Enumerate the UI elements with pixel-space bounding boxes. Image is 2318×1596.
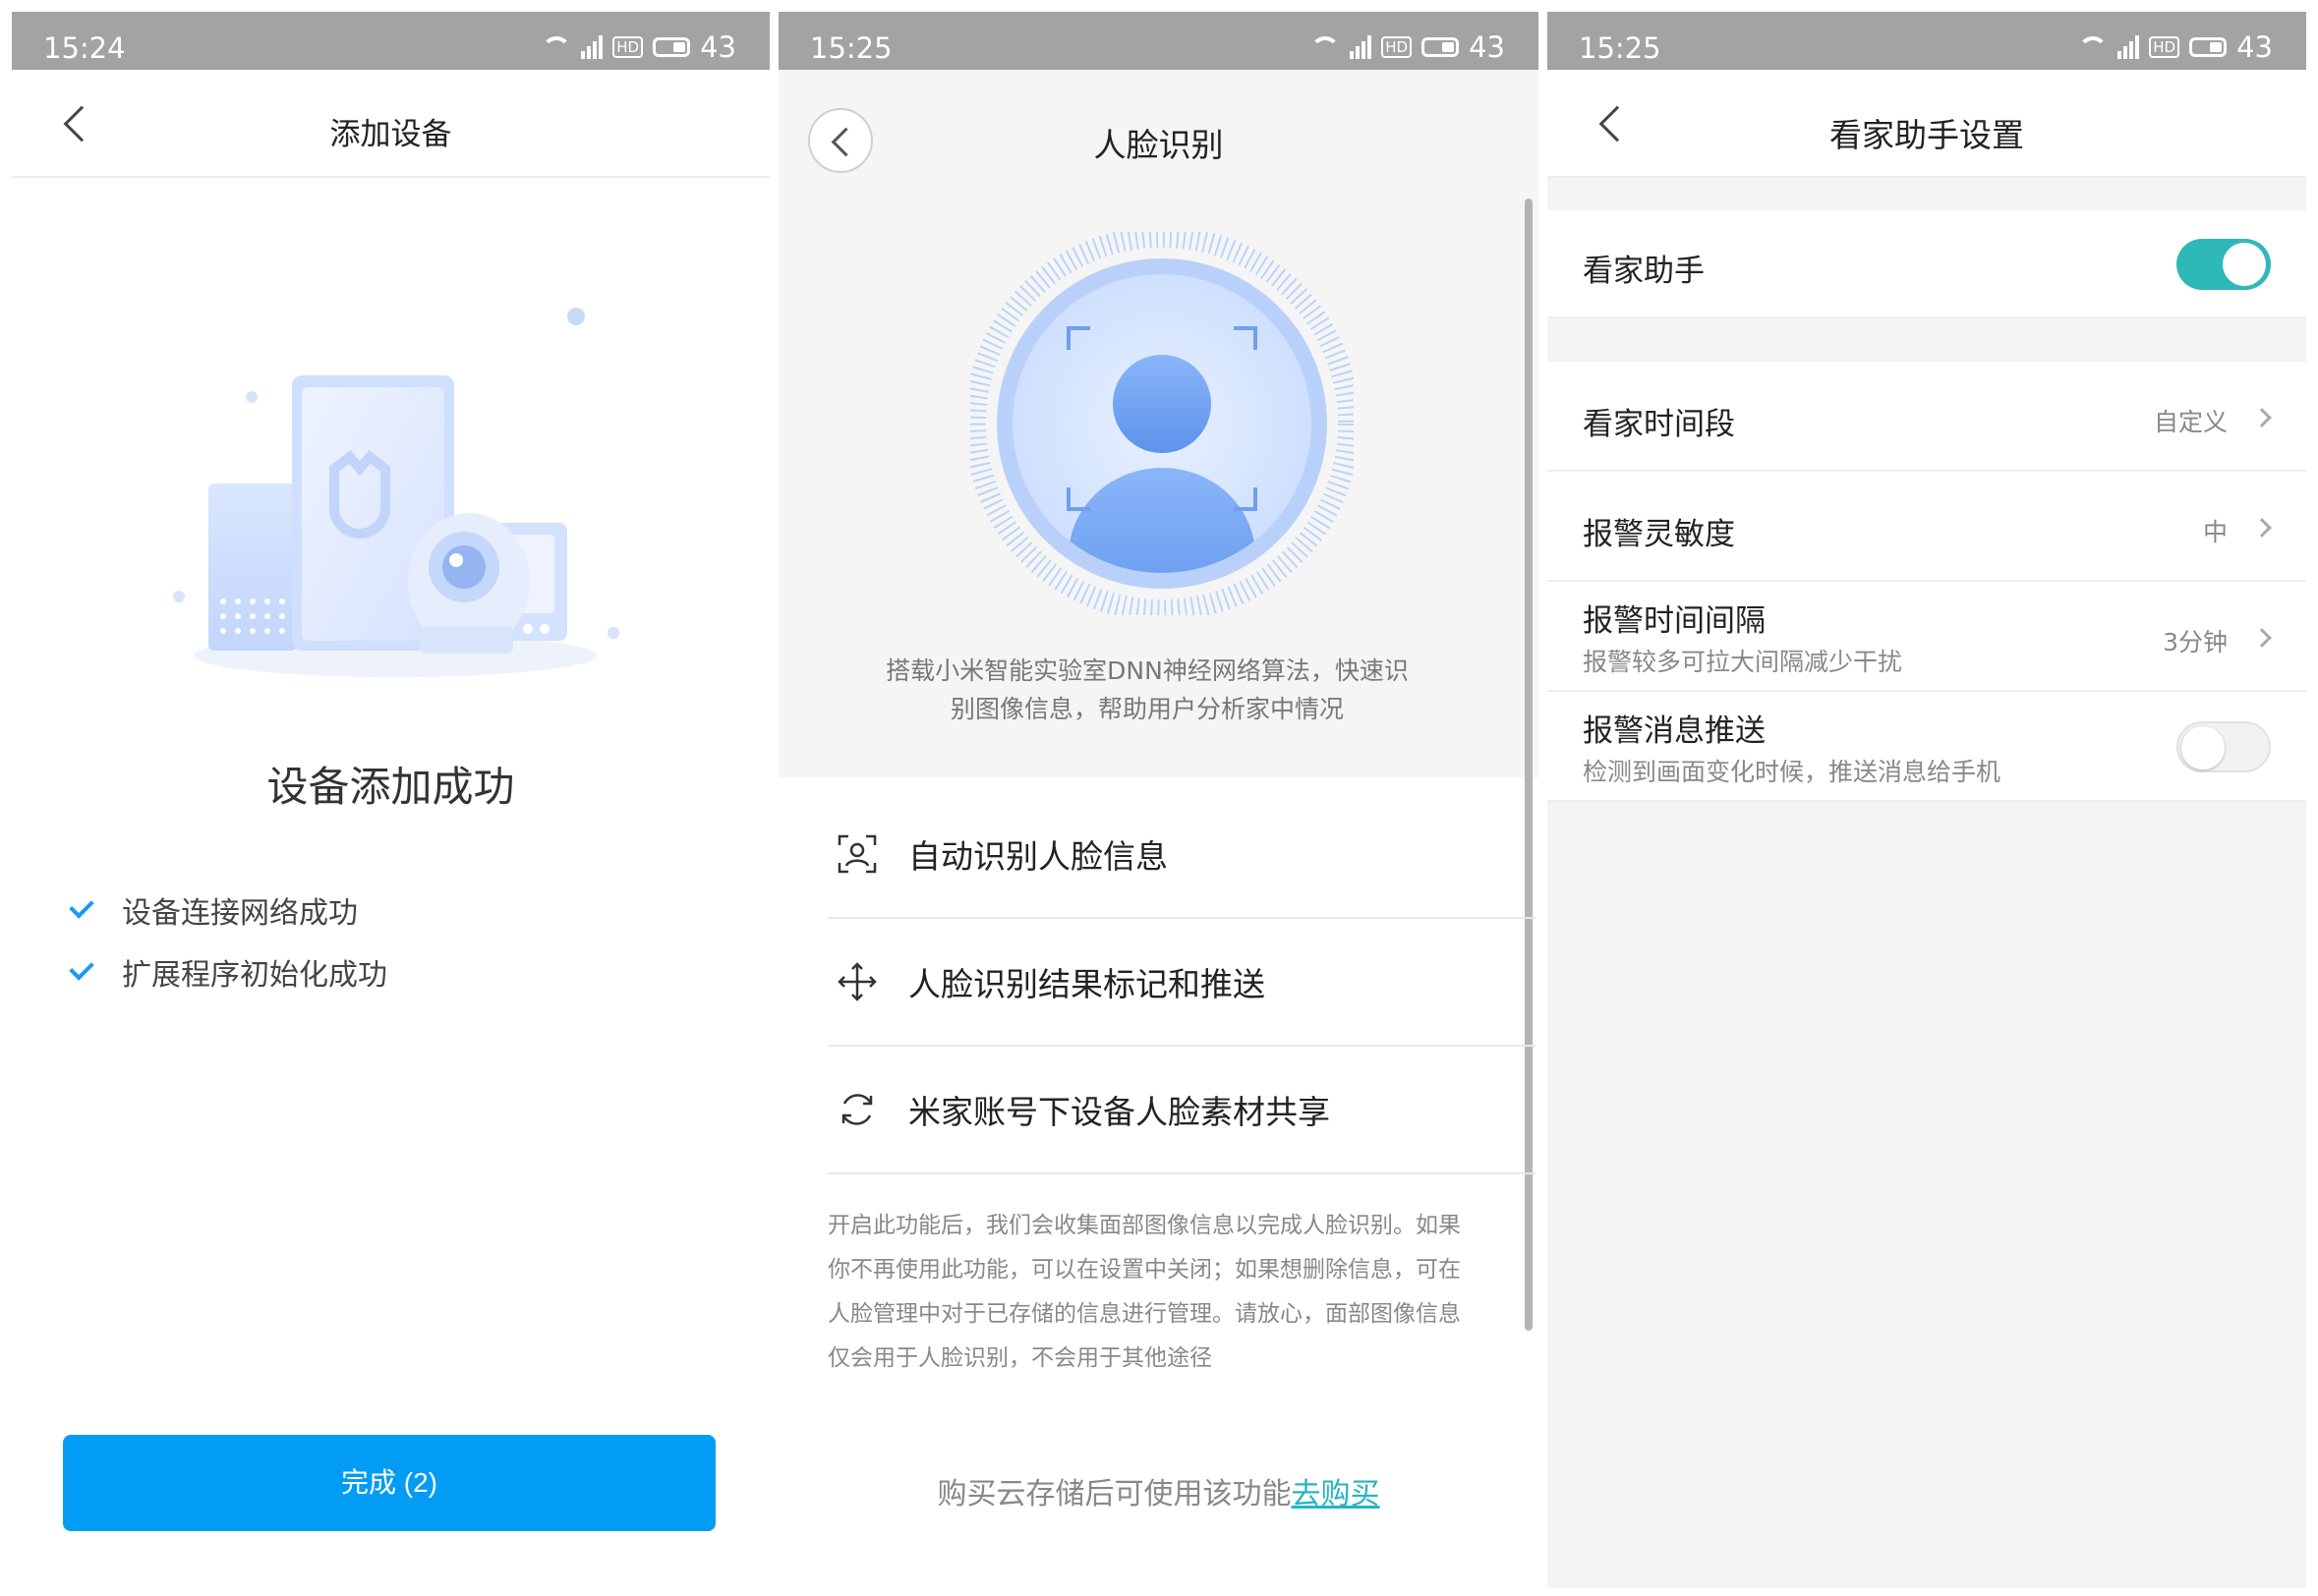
battery-icon — [1421, 37, 1460, 57]
hd-icon: HD — [612, 36, 644, 58]
success-title: 设备添加成功 — [266, 763, 515, 811]
status-bar: 15:24 HD 43 — [12, 12, 770, 70]
signal-icon — [2117, 35, 2140, 59]
settings-row-push[interactable]: 报警消息推送 检测到画面变化时候，推送消息给手机 — [1547, 692, 2306, 802]
privacy-notice: 开启此功能后，我们会收集面部图像信息以完成人脸识别。如果 你不再使用此功能，可以… — [828, 1204, 1496, 1381]
status-time: 15:24 — [43, 31, 126, 65]
row-value: 3分钟 — [2163, 628, 2228, 656]
feature-item: 人脸识别结果标记和推送 — [828, 919, 1536, 1047]
notice-line: 你不再使用此功能，可以在设置中关闭；如果想删除信息，可在 — [828, 1257, 1461, 1282]
settings-row-sensitivity[interactable]: 报警灵敏度 中 — [1547, 472, 2306, 582]
push-toggle[interactable] — [2176, 721, 2271, 772]
page-title: 添加设备 — [329, 117, 452, 152]
settings-row-time-period[interactable]: 看家时间段 自定义 — [1547, 362, 2306, 472]
row-value: 中 — [2202, 518, 2228, 546]
check-icon — [69, 955, 94, 981]
feature-label: 人脸识别结果标记和推送 — [908, 965, 1265, 1003]
chevron-right-icon — [2252, 628, 2272, 648]
page-title: 人脸识别 — [1093, 126, 1224, 164]
nav-header: 添加设备 — [12, 70, 770, 178]
settings-row-interval[interactable]: 报警时间间隔 报警较多可拉大间隔减少干扰 3分钟 — [1547, 582, 2306, 692]
check-item: 扩展程序初始化成功 — [69, 950, 387, 994]
check-label: 扩展程序初始化成功 — [122, 958, 387, 993]
notice-line: 人脸管理中对于已存储的信息进行管理。请放心，面部图像信息 — [828, 1301, 1461, 1327]
add-device-screen: 15:24 HD 43 添加设备 设备添加成功 设备连接网络成功 扩展程序初始化… — [12, 12, 770, 1588]
battery-icon — [653, 37, 691, 57]
chevron-right-icon — [2252, 518, 2272, 538]
status-time: 15:25 — [1579, 31, 1661, 65]
notice-line: 开启此功能后，我们会收集面部图像信息以完成人脸识别。如果 — [828, 1213, 1461, 1238]
nav-header: 看家助手设置 — [1547, 70, 2306, 178]
feature-label: 米家账号下设备人脸素材共享 — [908, 1093, 1330, 1131]
signal-icon — [581, 35, 604, 59]
wifi-icon — [2078, 36, 2109, 58]
done-button[interactable]: 完成 (2) — [63, 1435, 716, 1531]
battery-level: 43 — [2236, 30, 2273, 64]
status-bar: 15:25 HD 43 — [779, 12, 1538, 70]
sync-icon — [841, 1094, 873, 1125]
battery-icon — [2189, 37, 2228, 57]
hd-icon: HD — [2149, 36, 2180, 58]
chevron-right-icon — [2252, 408, 2272, 428]
feature-item: 米家账号下设备人脸素材共享 — [828, 1047, 1536, 1174]
signal-icon — [1350, 35, 1372, 59]
status-time: 15:25 — [810, 31, 893, 65]
move-arrows-icon — [838, 962, 877, 1001]
feature-item: 自动识别人脸信息 — [828, 791, 1536, 919]
face-scan-illustration — [970, 232, 1354, 615]
check-icon — [69, 893, 94, 919]
assistant-label: 看家助手 — [1583, 254, 1705, 289]
row-sublabel: 检测到画面变化时候，推送消息给手机 — [1583, 758, 2001, 786]
face-scan-icon — [838, 834, 877, 874]
face-recognition-screen: 15:25 HD 43 人脸识别 搭载小米智能实验室DNN神经网络算法，快速识 … — [779, 12, 1538, 1588]
check-label: 设备连接网络成功 — [122, 896, 358, 931]
row-sublabel: 报警较多可拉大间隔减少干扰 — [1583, 648, 1903, 676]
description-line: 别图像信息，帮助用户分析家中情况 — [950, 695, 1344, 723]
buy-link[interactable]: 去购买 — [1292, 1477, 1380, 1511]
row-label: 看家时间段 — [1583, 407, 1735, 442]
row-label: 报警消息推送 — [1583, 713, 1766, 749]
buy-text: 购买云存储后可使用该功能 — [937, 1477, 1292, 1511]
feature-description: 搭载小米智能实验室DNN神经网络算法，快速识 别图像信息，帮助用户分析家中情况 — [872, 652, 1422, 728]
face-hero: 人脸识别 搭载小米智能实验室DNN神经网络算法，快速识 别图像信息，帮助用户分析… — [779, 70, 1538, 777]
notice-line: 仅会用于人脸识别，不会用于其他途径 — [828, 1345, 1212, 1371]
row-label: 报警灵敏度 — [1583, 517, 1735, 552]
cloud-storage-prompt: 购买云存储后可使用该功能去购买 — [779, 1469, 1538, 1512]
row-value: 自定义 — [2153, 408, 2228, 436]
battery-level: 43 — [700, 30, 736, 64]
assistant-toggle-row[interactable]: 看家助手 — [1547, 210, 2306, 318]
wifi-icon — [1310, 36, 1341, 58]
feature-label: 自动识别人脸信息 — [908, 837, 1168, 876]
row-label: 报警时间间隔 — [1583, 603, 1766, 639]
status-bar: 15:25 HD 43 — [1547, 12, 2306, 70]
description-line: 搭载小米智能实验室DNN神经网络算法，快速识 — [886, 656, 1409, 685]
battery-level: 43 — [1469, 30, 1505, 64]
hd-icon: HD — [1381, 36, 1413, 58]
page-title: 看家助手设置 — [1829, 116, 2024, 154]
assistant-toggle[interactable] — [2176, 239, 2271, 290]
wifi-icon — [542, 36, 572, 58]
devices-illustration — [173, 308, 619, 677]
check-item: 设备连接网络成功 — [69, 888, 358, 932]
home-assistant-settings-screen: 15:25 HD 43 看家助手设置 看家助手 看家时间段 自定义 报警灵敏度 … — [1547, 12, 2306, 1588]
